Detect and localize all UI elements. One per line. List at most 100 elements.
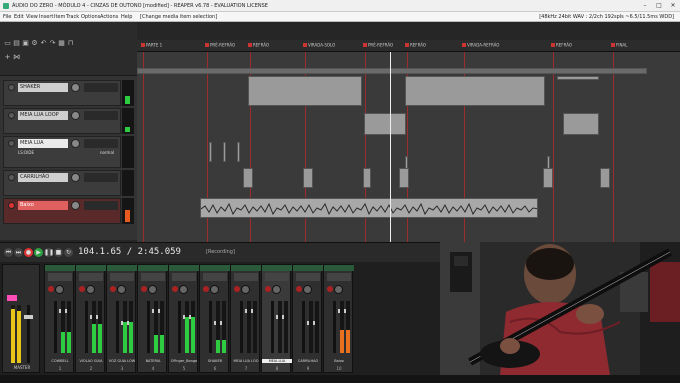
- track-buttons[interactable]: [84, 111, 118, 120]
- master-fader-cap[interactable]: [24, 315, 33, 319]
- record-arm-button[interactable]: [141, 286, 147, 292]
- undo-icon[interactable]: ↶: [40, 40, 47, 47]
- pause-button[interactable]: ❚❚: [44, 248, 54, 257]
- menu-file[interactable]: File: [3, 12, 11, 22]
- media-item[interactable]: [364, 113, 406, 135]
- volume-fader[interactable]: [333, 301, 347, 353]
- track-name[interactable]: SHAKER: [18, 83, 68, 92]
- record-arm-button[interactable]: [48, 286, 54, 292]
- media-item[interactable]: [563, 113, 599, 135]
- pan-knob[interactable]: [272, 285, 281, 294]
- volume-fader[interactable]: [54, 301, 68, 353]
- baixo-recording-waveform[interactable]: [200, 198, 538, 218]
- strip-fx-slot[interactable]: [234, 273, 258, 281]
- track-buttons[interactable]: [84, 83, 118, 92]
- play-button[interactable]: ▶: [34, 248, 43, 257]
- pan-knob[interactable]: [334, 285, 343, 294]
- strip-fx-slot[interactable]: [79, 273, 103, 281]
- loop-button[interactable]: ↻: [64, 248, 73, 257]
- track-baixo[interactable]: Baixo: [3, 198, 121, 224]
- record-button[interactable]: ●: [24, 248, 33, 257]
- strip-fx-slot[interactable]: [265, 273, 289, 281]
- track-meia-lua-loop[interactable]: MEIA LUA LOOP: [3, 108, 121, 134]
- media-item[interactable]: [600, 168, 610, 188]
- menu-insert[interactable]: Insert: [39, 12, 53, 22]
- track-buttons[interactable]: [84, 173, 118, 182]
- mixer-strip[interactable]: VIOLÃO GUIA 2: [75, 264, 106, 373]
- pan-knob[interactable]: [303, 285, 312, 294]
- volume-fader[interactable]: [147, 301, 161, 353]
- save-project-icon[interactable]: ▣: [22, 40, 29, 47]
- strip-fx-slot[interactable]: [296, 273, 320, 281]
- media-item[interactable]: [237, 142, 240, 162]
- record-arm-button[interactable]: [265, 286, 271, 292]
- media-item[interactable]: [243, 168, 253, 188]
- pan-knob[interactable]: [210, 285, 219, 294]
- track-carrilhao[interactable]: CARRILHÃO: [3, 170, 121, 196]
- media-item[interactable]: [557, 76, 599, 80]
- snap-icon[interactable]: ⋈: [13, 54, 20, 61]
- media-item[interactable]: [209, 142, 212, 162]
- media-item[interactable]: [223, 142, 226, 162]
- menu-help[interactable]: Help: [121, 12, 132, 22]
- media-item[interactable]: [248, 76, 362, 106]
- record-arm-button[interactable]: [296, 286, 302, 292]
- open-project-icon[interactable]: ▤: [13, 40, 20, 47]
- track-name[interactable]: MEIA LUA LOOP: [18, 111, 68, 120]
- go-to-end-button[interactable]: ⏭: [14, 248, 23, 257]
- mixer-strip[interactable]: Baixo 10: [323, 264, 354, 373]
- record-arm-button[interactable]: [8, 84, 15, 91]
- volume-fader[interactable]: [302, 301, 316, 353]
- menu-track[interactable]: Track: [66, 12, 79, 22]
- media-item[interactable]: [399, 168, 409, 188]
- volume-fader[interactable]: [116, 301, 130, 353]
- pan-knob[interactable]: [241, 285, 250, 294]
- settings-icon[interactable]: ⚙: [31, 40, 38, 47]
- timeline-ruler[interactable]: PARTE 1 PRÉ-REFRÃO REFRÃO VIRADA-SOLO PR…: [137, 40, 680, 52]
- arrange-view[interactable]: [137, 52, 680, 242]
- lock-icon[interactable]: ⊓: [67, 40, 74, 47]
- volume-knob[interactable]: [71, 139, 80, 148]
- mixer-strip[interactable]: MEIA LUA 8: [261, 264, 292, 373]
- menu-actions[interactable]: Actions: [100, 12, 118, 22]
- media-item[interactable]: [303, 168, 313, 188]
- mixer-strip[interactable]: COWBELL 1: [44, 264, 75, 373]
- media-item[interactable]: [137, 68, 647, 74]
- menu-options[interactable]: Options: [81, 12, 100, 22]
- pan-knob[interactable]: [179, 285, 188, 294]
- pan-knob[interactable]: [86, 285, 95, 294]
- record-arm-button[interactable]: [8, 140, 15, 147]
- menu-item[interactable]: Item: [54, 12, 65, 22]
- stop-button[interactable]: ■: [54, 248, 63, 257]
- grid-icon[interactable]: ▦: [58, 40, 65, 47]
- volume-fader[interactable]: [240, 301, 254, 353]
- volume-fader[interactable]: [209, 301, 223, 353]
- volume-fader[interactable]: [85, 301, 99, 353]
- mixer-strip[interactable]: MEIA LUA LOO 7: [230, 264, 261, 373]
- pan-knob[interactable]: [117, 285, 126, 294]
- volume-knob[interactable]: [71, 201, 80, 210]
- track-buttons[interactable]: [84, 139, 118, 148]
- mixer-strip[interactable]: OFinger_Bongo 5: [168, 264, 199, 373]
- volume-knob[interactable]: [71, 173, 80, 182]
- record-arm-button[interactable]: [172, 286, 178, 292]
- record-arm-button[interactable]: [79, 286, 85, 292]
- track-name[interactable]: Baixo: [18, 201, 68, 210]
- close-button[interactable]: ✕: [666, 0, 680, 12]
- strip-fx-slot[interactable]: [48, 273, 72, 281]
- track-shaker[interactable]: SHAKER: [3, 80, 121, 106]
- record-arm-button[interactable]: [8, 202, 15, 209]
- track-buttons[interactable]: [84, 201, 118, 210]
- strip-fx-slot[interactable]: [327, 273, 351, 281]
- track-meia-lua[interactable]: MEIA LUA LS:DIDE normal: [3, 136, 121, 168]
- volume-fader[interactable]: [178, 301, 192, 353]
- master-fader-track[interactable]: [24, 305, 33, 363]
- record-arm-button[interactable]: [8, 112, 15, 119]
- maximize-button[interactable]: □: [652, 0, 666, 12]
- new-project-icon[interactable]: ▭: [4, 40, 11, 47]
- mixer-strip[interactable]: BATERIA 4: [137, 264, 168, 373]
- media-item[interactable]: [405, 76, 545, 106]
- track-name[interactable]: MEIA LUA: [18, 139, 68, 148]
- strip-fx-slot[interactable]: [141, 273, 165, 281]
- pan-knob[interactable]: [148, 285, 157, 294]
